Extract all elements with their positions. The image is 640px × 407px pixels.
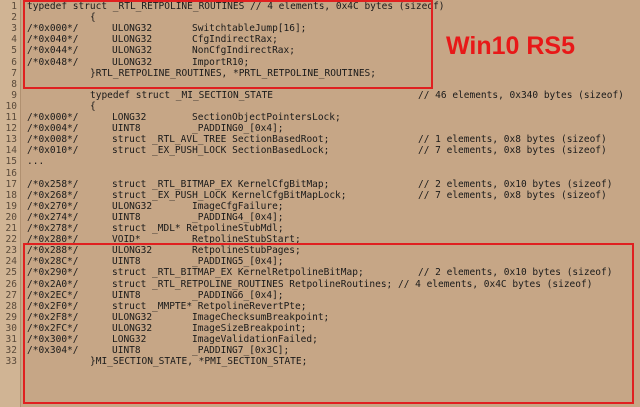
code-token: struct _EX_PUSH_LOCK KernelCfgBitMapLock… (112, 189, 347, 201)
code-token: typedef struct _MI_SECTION_STATE (90, 89, 274, 101)
code-token: SectionObjectPointersLock; (192, 112, 341, 123)
code-token: /*0x278*/ (27, 223, 79, 234)
code-line: /*0x010*/ struct _EX_PUSH_LOCK SectionBas… (0, 145, 640, 156)
code-token: struct _RTL_AVL_TREE SectionBasedRoot; (112, 134, 330, 146)
code-token: ULONG32 (112, 200, 153, 212)
code-line: /*0x274*/ UINT8 _PADDING4_[0x4]; (0, 212, 640, 223)
code-token: // 7 elements, 0x8 bytes (sizeof) (418, 145, 607, 157)
code-line: ... (0, 156, 640, 167)
code-token: struct _MDL* RetpolineStubMdl; (112, 223, 284, 234)
code-line: /*0x270*/ ULONG32 ImageCfgFailure; (0, 201, 640, 212)
code-token: /*0x274*/ (27, 211, 79, 223)
code-token: struct _EX_PUSH_LOCK SectionBasedLock; (112, 145, 330, 157)
code-line: /*0x258*/ struct _RTL_BITMAP_EX KernelCfg… (0, 179, 640, 190)
code-token: // 46 elements, 0x340 bytes (sizeof) (418, 89, 624, 101)
code-line: /*0x008*/ struct _RTL_AVL_TREE SectionBas… (0, 134, 640, 145)
code-line: /*0x004*/ UINT8 _PADDING0_[0x4]; (0, 123, 640, 134)
code-token: { (90, 100, 96, 112)
version-title: Win10 RS5 (446, 32, 575, 60)
code-token: /*0x000*/ (27, 112, 79, 123)
code-token: /*0x008*/ (27, 134, 79, 146)
code-token: /*0x010*/ (27, 145, 79, 157)
highlight-box-retpoline-routines (23, 0, 433, 89)
code-token: _PADDING4_[0x4]; (192, 211, 284, 223)
code-token: UINT8 (112, 211, 141, 223)
code-line: { (0, 101, 640, 112)
code-token: UINT8 (112, 123, 141, 135)
code-line: /*0x000*/ LONG32 SectionObjectPointersLock… (0, 112, 640, 123)
code-token: /*0x268*/ (27, 189, 79, 201)
code-token: // 2 elements, 0x10 bytes (sizeof) (418, 178, 613, 190)
code-token: // 7 elements, 0x8 bytes (sizeof) (418, 189, 607, 201)
code-line: /*0x268*/ struct _EX_PUSH_LOCK KernelCfgB… (0, 190, 640, 201)
code-token: /*0x270*/ (27, 200, 79, 212)
code-token: /*0x258*/ (27, 178, 79, 190)
code-token: struct _RTL_BITMAP_EX KernelCfgBitMap; (112, 178, 330, 190)
code-line: typedef struct _MI_SECTION_STATE // 46 el… (0, 90, 640, 101)
code-line: /*0x278*/ struct _MDL* RetpolineStubMdl; (0, 223, 640, 234)
code-token: ... (27, 156, 45, 168)
code-token: ImageCfgFailure; (192, 200, 284, 212)
code-token: LONG32 (112, 112, 147, 123)
code-token: // 1 elements, 0x8 bytes (sizeof) (418, 134, 607, 146)
code-token: /*0x004*/ (27, 123, 79, 135)
highlight-box-section-state-fields (23, 243, 634, 404)
code-editor[interactable]: 1 2 3 4 5 6 7 8 9 10 11 12 13 14 15 16 17 18 19 20 21 22 23 24 2… (0, 0, 640, 407)
code-token: _PADDING0_[0x4]; (192, 123, 284, 135)
